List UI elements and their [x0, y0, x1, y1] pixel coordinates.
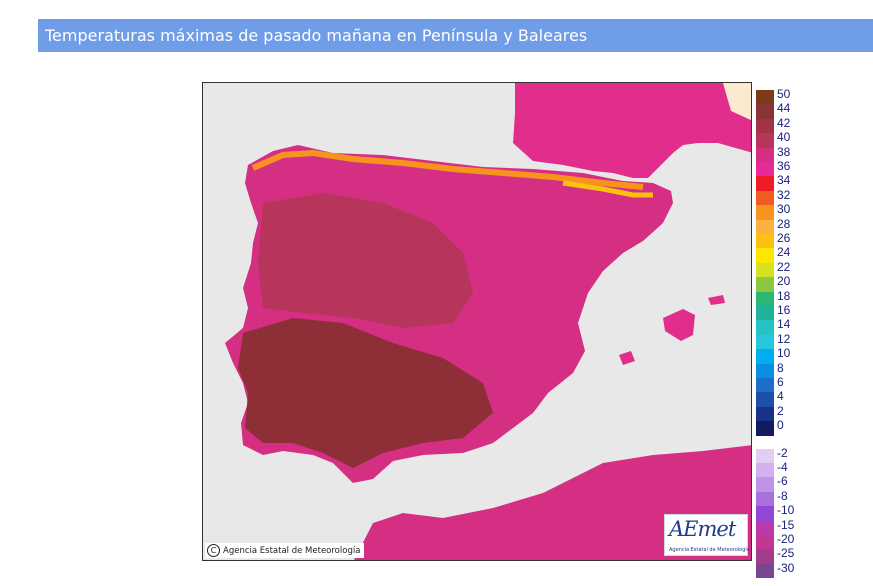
legend-label: 22 — [777, 259, 791, 274]
legend-label: -2 — [777, 445, 788, 460]
legend-label: 38 — [777, 144, 791, 159]
legend-swatch-positive — [756, 219, 774, 234]
legend-swatch-positive — [756, 406, 774, 422]
legend-label: 28 — [777, 216, 791, 231]
legend-swatch-positive — [756, 392, 774, 407]
legend-swatch-negative — [756, 463, 774, 478]
legend-swatch-positive — [756, 133, 774, 148]
legend-swatch-positive — [756, 363, 774, 378]
legend-label: -10 — [777, 503, 795, 518]
legend-swatch-positive — [756, 349, 774, 364]
legend-swatch-positive — [756, 320, 774, 335]
legend-swatch-positive — [756, 176, 774, 191]
legend-swatch-positive — [756, 334, 774, 350]
legend-swatch-negative — [756, 477, 774, 492]
legend-label: 40 — [777, 130, 791, 145]
legend-swatch-negative — [756, 448, 774, 463]
legend-label: 24 — [777, 245, 791, 260]
legend-swatch-positive — [756, 104, 774, 119]
legend-label: 12 — [777, 331, 791, 346]
legend-swatch-positive — [756, 205, 774, 220]
legend-label: 4 — [777, 389, 784, 404]
ibiza-island — [619, 351, 635, 365]
page-title: Temperaturas máximas de pasado mañana en… — [45, 26, 588, 45]
legend-swatch-positive — [756, 90, 774, 105]
legend-label: -8 — [777, 488, 788, 503]
menorca-island — [708, 295, 725, 305]
legend-label: 44 — [777, 101, 791, 116]
legend-swatch-positive — [756, 291, 774, 306]
credit-text: Agencia Estatal de Meteorología — [223, 545, 361, 556]
legend-swatch-positive — [756, 421, 774, 436]
legend-swatch-positive — [756, 147, 774, 162]
legend-swatch-negative — [756, 563, 774, 579]
copyright-icon: C — [207, 544, 220, 557]
title-bar: Temperaturas máximas de pasado mañana en… — [38, 19, 873, 52]
legend-label: 42 — [777, 115, 791, 130]
legend-label: 20 — [777, 274, 791, 289]
legend-swatch-positive — [756, 190, 774, 206]
legend-swatch-positive — [756, 262, 774, 278]
legend-label: 26 — [777, 231, 791, 245]
legend-swatch-negative — [756, 520, 774, 535]
legend-swatch-positive — [756, 162, 774, 177]
legend-label: 0 — [777, 418, 784, 433]
legend-swatch-positive — [756, 306, 774, 321]
legend-label: -6 — [777, 474, 788, 489]
map-canvas — [225, 83, 751, 560]
legend-label: 8 — [777, 360, 784, 375]
legend-swatch-negative — [756, 535, 774, 550]
temperature-legend: 50 44 42 40 38 36 34 32 30 28 26 24 22 20 18 16 14 12 10 8 6… — [756, 88, 794, 579]
legend-label: 6 — [777, 375, 784, 389]
legend-label: 18 — [777, 288, 791, 303]
legend-label: 30 — [777, 202, 791, 217]
mallorca-island — [663, 309, 695, 341]
logo-subtitle: Agencia Estatal de Meteorología — [669, 547, 750, 553]
legend-label: -20 — [777, 532, 795, 546]
legend-label: 36 — [777, 159, 791, 173]
legend-label: 34 — [777, 173, 791, 188]
legend-label: 32 — [777, 187, 791, 202]
legend-label: 10 — [777, 346, 791, 361]
map-credit: C Agencia Estatal de Meteorología — [205, 543, 365, 558]
logo-wordmark: AEmet — [669, 517, 736, 541]
legend-swatch-negative — [756, 549, 774, 564]
temperature-map[interactable]: C Agencia Estatal de Meteorología AEmet … — [202, 82, 752, 561]
legend-label: 50 — [777, 87, 791, 101]
legend-swatch-negative — [756, 491, 774, 507]
legend-label: -25 — [777, 546, 795, 561]
legend-swatch-positive — [756, 234, 774, 249]
legend-label: -15 — [777, 517, 795, 532]
legend-label: 14 — [777, 317, 791, 332]
aemet-logo[interactable]: AEmet Agencia Estatal de Meteorología — [664, 514, 750, 556]
legend-swatch-positive — [756, 118, 774, 134]
legend-swatch-positive — [756, 277, 774, 292]
legend-label: -30 — [777, 560, 795, 575]
legend-swatch-positive — [756, 378, 774, 393]
legend-swatch-negative — [756, 506, 774, 521]
legend-swatch-positive — [756, 248, 774, 263]
france-region — [513, 83, 751, 178]
legend-label: 2 — [777, 403, 784, 418]
legend-label: 16 — [777, 303, 791, 317]
legend-label: -4 — [777, 460, 788, 474]
